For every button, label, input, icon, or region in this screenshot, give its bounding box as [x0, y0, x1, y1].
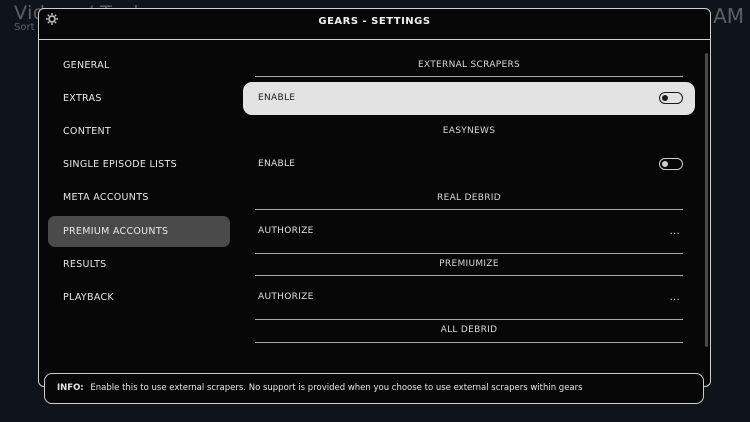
nav-item-premium-accounts[interactable]: PREMIUM ACCOUNTS	[48, 216, 230, 247]
section-header-premiumize: PREMIUMIZE	[439, 259, 499, 269]
section-divider	[255, 319, 683, 320]
more-options-icon: ...	[669, 226, 680, 237]
toggle-switch[interactable]	[659, 158, 683, 170]
setting-row-real-debrid-authorize[interactable]: AUTHORIZE ...	[243, 215, 695, 248]
header-divider	[39, 39, 710, 40]
nav-item-extras[interactable]: EXTRAS	[48, 83, 230, 114]
nav-item-content[interactable]: CONTENT	[48, 116, 230, 147]
setting-row-easynews-enable[interactable]: ENABLE	[243, 148, 695, 181]
info-text: Enable this to use external scrapers. No…	[90, 383, 583, 393]
setting-label: ENABLE	[258, 159, 296, 169]
toggle-knob	[662, 160, 668, 167]
more-options-icon: ...	[669, 292, 680, 303]
background-clock: AM	[713, 4, 744, 28]
toggle-switch[interactable]	[659, 92, 683, 104]
section-header-real-debrid: REAL DEBRID	[437, 193, 501, 203]
nav-item-single-episode-lists[interactable]: SINGLE EPISODE LISTS	[48, 149, 230, 180]
nav-item-playback[interactable]: PLAYBACK	[48, 282, 230, 313]
section-divider	[255, 209, 683, 210]
nav-item-general[interactable]: GENERAL	[48, 50, 230, 81]
nav-item-results[interactable]: RESULTS	[48, 249, 230, 280]
info-panel: INFO: Enable this to use external scrape…	[44, 373, 704, 404]
section-divider	[255, 253, 683, 254]
section-header-all-debrid: ALL DEBRID	[440, 325, 498, 335]
info-label: INFO:	[57, 383, 84, 393]
settings-dialog: GEARS - SETTINGS GENERAL EXTRAS CONTENT …	[38, 8, 711, 387]
section-divider	[255, 342, 683, 343]
section-header-easynews: EASYNEWS	[442, 126, 496, 136]
section-divider	[255, 275, 683, 276]
setting-row-external-scrapers-enable[interactable]: ENABLE	[243, 82, 695, 115]
dialog-title: GEARS - SETTINGS	[318, 16, 431, 27]
setting-row-premiumize-authorize[interactable]: AUTHORIZE ...	[243, 281, 695, 314]
scrollbar[interactable]	[705, 53, 708, 347]
section-divider	[255, 76, 683, 77]
setting-label: AUTHORIZE	[258, 226, 314, 236]
section-header-external-scrapers: EXTERNAL SCRAPERS	[417, 60, 521, 70]
toggle-knob	[662, 94, 668, 101]
setting-label: ENABLE	[258, 93, 296, 103]
nav-item-meta-accounts[interactable]: META ACCOUNTS	[48, 182, 230, 213]
setting-label: AUTHORIZE	[258, 292, 314, 302]
background-sort-label: Sort	[14, 22, 35, 33]
